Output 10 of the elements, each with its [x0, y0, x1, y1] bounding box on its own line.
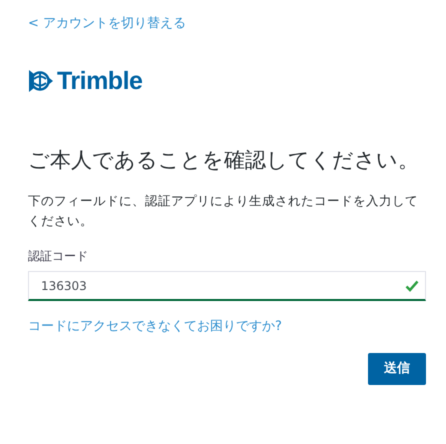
- help-link[interactable]: コードにアクセスできなくてお困りですか?: [28, 317, 282, 337]
- code-field[interactable]: 136303: [28, 271, 426, 302]
- check-icon: [405, 280, 419, 292]
- field-label: 認証コード: [28, 248, 89, 266]
- page-heading: ご本人であることを確認してください。: [28, 147, 420, 174]
- submit-button[interactable]: 送信: [368, 353, 426, 385]
- logo-text: Trimble: [57, 68, 142, 94]
- switch-account-link[interactable]: < アカウントを切り替える: [28, 16, 186, 31]
- instructions-text: 下のフィールドに、認証アプリにより生成されたコードを入力してください。: [28, 192, 419, 230]
- logo-icon: [28, 68, 54, 94]
